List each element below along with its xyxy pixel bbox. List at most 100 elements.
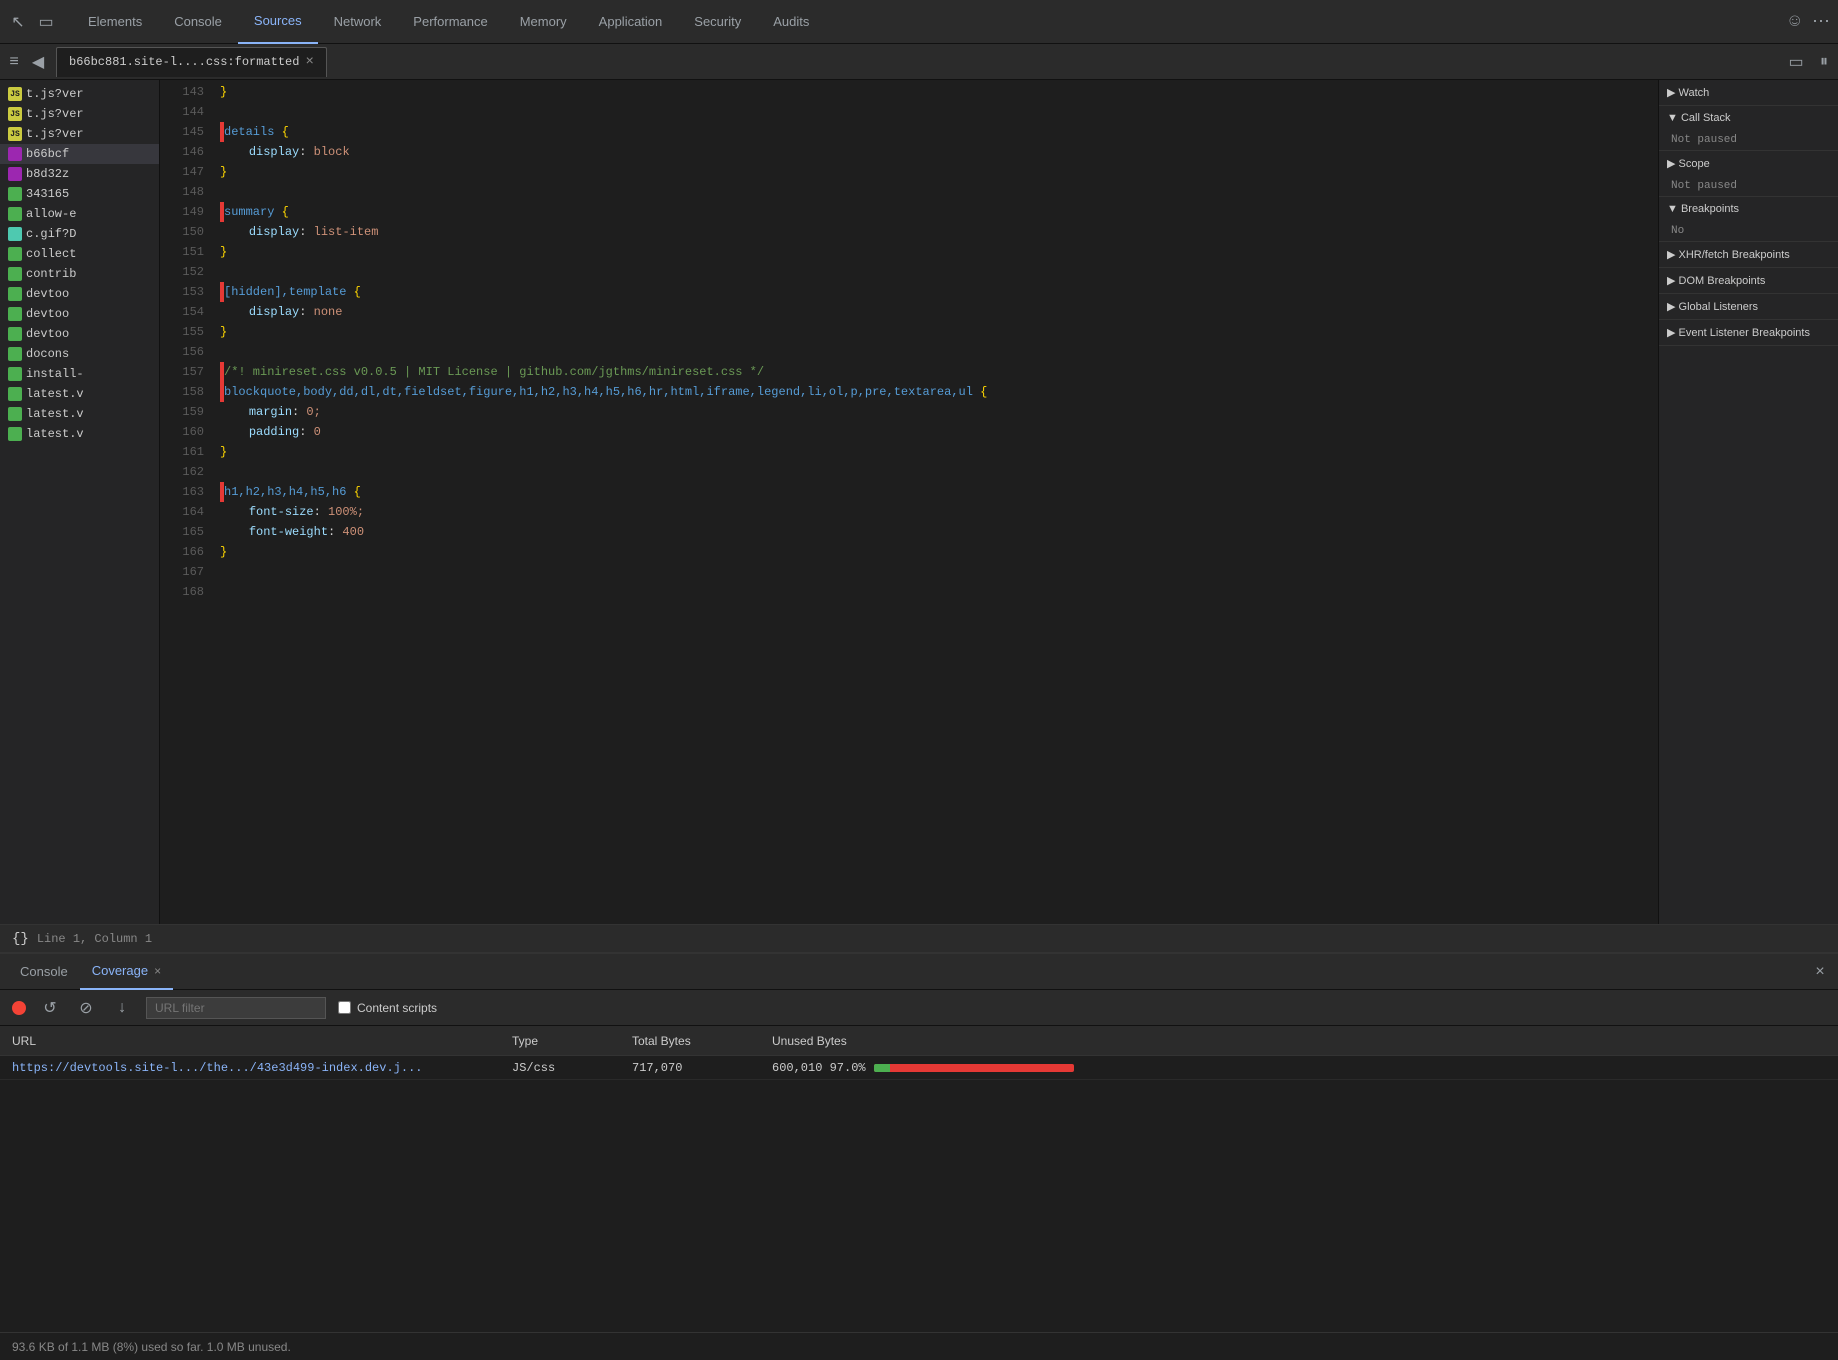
- sidebar-item[interactable]: JSt.js?ver: [0, 104, 159, 124]
- status-text: 93.6 KB of 1.1 MB (8%) used so far. 1.0 …: [12, 1340, 291, 1354]
- record-button[interactable]: [12, 1001, 26, 1015]
- vertical-scrollbar[interactable]: [1646, 80, 1658, 924]
- file-tab-bar: ≡ ◀ b66bc881.site-l....css:formatted × ▭…: [0, 44, 1838, 80]
- right-section-header[interactable]: ▶ DOM Breakpoints: [1659, 268, 1838, 293]
- col-header-type[interactable]: Type: [500, 1034, 620, 1048]
- sidebar-item[interactable]: b66bcf: [0, 144, 159, 164]
- right-section-header[interactable]: ▶ Event Listener Breakpoints: [1659, 320, 1838, 345]
- nav-tab-memory[interactable]: Memory: [504, 0, 583, 44]
- nav-tab-application[interactable]: Application: [583, 0, 679, 44]
- breadcrumb-back-icon[interactable]: ◀: [28, 52, 48, 72]
- line-number: 158: [160, 382, 204, 402]
- sidebar-item-label: contrib: [26, 267, 76, 281]
- content-scripts-label[interactable]: Content scripts: [338, 1001, 437, 1015]
- line-number: 143: [160, 82, 204, 102]
- sidebar-item[interactable]: b8d32z: [0, 164, 159, 184]
- nav-tab-security[interactable]: Security: [678, 0, 757, 44]
- drawer-tab-coverage[interactable]: Coverage ×: [80, 954, 173, 990]
- line-number: 166: [160, 542, 204, 562]
- col-header-total[interactable]: Total Bytes: [620, 1034, 760, 1048]
- close-file-tab[interactable]: ×: [305, 54, 313, 70]
- sidebar-item[interactable]: latest.v: [0, 424, 159, 444]
- sidebar-item[interactable]: JSt.js?ver: [0, 124, 159, 144]
- format-icon[interactable]: ▭: [1786, 52, 1806, 72]
- sidebar-item[interactable]: collect: [0, 244, 159, 264]
- sidebar-item[interactable]: devtoo: [0, 284, 159, 304]
- sidebar-item[interactable]: allow-e: [0, 204, 159, 224]
- file-icon: JS: [8, 107, 22, 121]
- reload-icon[interactable]: ↺: [38, 996, 62, 1020]
- stop-icon[interactable]: ⊘: [74, 996, 98, 1020]
- code-line: }: [220, 162, 1646, 182]
- sidebar-item[interactable]: c.gif?D: [0, 224, 159, 244]
- right-section-header[interactable]: ▶ Scope: [1659, 151, 1838, 176]
- right-section-dom: ▶ DOM Breakpoints: [1659, 268, 1838, 294]
- nav-tab-console[interactable]: Console: [158, 0, 238, 44]
- sidebar-item-label: devtoo: [26, 307, 69, 321]
- cell-unused: 600,010 97.0%: [760, 1061, 1838, 1075]
- nav-right-controls: ☺ ⋯: [1789, 11, 1830, 33]
- export-icon[interactable]: ↓: [110, 996, 134, 1020]
- code-line: [220, 102, 1646, 122]
- code-lines[interactable]: } details { display: block} summary { di…: [212, 80, 1646, 924]
- drawer-tab-bar: ConsoleCoverage ××: [0, 954, 1838, 990]
- right-section-scope: ▶ ScopeNot paused: [1659, 151, 1838, 197]
- sidebar-item[interactable]: devtoo: [0, 304, 159, 324]
- right-section-header[interactable]: ▼ Call Stack: [1659, 106, 1838, 130]
- right-section-header[interactable]: ▶ Global Listeners: [1659, 294, 1838, 319]
- nav-tab-network[interactable]: Network: [318, 0, 398, 44]
- code-line: [220, 462, 1646, 482]
- right-section-header[interactable]: ▶ XHR/fetch Breakpoints: [1659, 242, 1838, 267]
- sidebar-item[interactable]: latest.v: [0, 384, 159, 404]
- pause-icon[interactable]: ⏸: [1814, 52, 1834, 72]
- sidebar-item-label: 343165: [26, 187, 69, 201]
- sidebar-item[interactable]: contrib: [0, 264, 159, 284]
- sidebar-item[interactable]: JSt.js?ver: [0, 84, 159, 104]
- file-icon: [8, 147, 22, 161]
- close-drawer-icon[interactable]: ×: [1810, 962, 1830, 982]
- code-line: }: [220, 82, 1646, 102]
- col-header-url[interactable]: URL: [0, 1034, 500, 1048]
- line-number: 164: [160, 502, 204, 522]
- line-number: 144: [160, 102, 204, 122]
- nav-tab-audits[interactable]: Audits: [757, 0, 825, 44]
- close-drawer-tab[interactable]: ×: [154, 964, 161, 978]
- code-line: }: [220, 542, 1646, 562]
- table-row[interactable]: https://devtools.site-l.../the.../43e3d4…: [0, 1056, 1838, 1080]
- nav-tab-elements[interactable]: Elements: [72, 0, 158, 44]
- sidebar-item[interactable]: latest.v: [0, 404, 159, 424]
- nav-tab-sources[interactable]: Sources: [238, 0, 318, 44]
- device-icon[interactable]: ▭: [36, 12, 56, 32]
- content-scripts-checkbox[interactable]: [338, 1001, 351, 1014]
- emoji-icon[interactable]: ☺: [1789, 12, 1800, 32]
- drawer-tab-console[interactable]: Console: [8, 954, 80, 990]
- sidebar-item[interactable]: 343165: [0, 184, 159, 204]
- url-filter-input[interactable]: [146, 997, 326, 1019]
- code-line: }: [220, 322, 1646, 342]
- line-number: 163: [160, 482, 204, 502]
- more-options-icon[interactable]: ⋯: [1812, 11, 1830, 33]
- main-area: JSt.js?verJSt.js?verJSt.js?verb66bcfb8d3…: [0, 80, 1838, 924]
- col-header-unused[interactable]: Unused Bytes: [760, 1034, 1838, 1048]
- file-icon: JS: [8, 127, 22, 141]
- sidebar-item[interactable]: install-: [0, 364, 159, 384]
- line-number: 167: [160, 562, 204, 582]
- sidebar-item[interactable]: docons: [0, 344, 159, 364]
- line-number: 153: [160, 282, 204, 302]
- right-section-header[interactable]: ▶ Watch: [1659, 80, 1838, 105]
- line-number: 162: [160, 462, 204, 482]
- open-file-tab[interactable]: b66bc881.site-l....css:formatted ×: [56, 47, 327, 77]
- file-icon: [8, 327, 22, 341]
- nav-tabs: ElementsConsoleSourcesNetworkPerformance…: [72, 0, 1789, 44]
- right-section-header[interactable]: ▼ Breakpoints: [1659, 197, 1838, 221]
- file-nav-icons: ≡ ◀: [4, 52, 48, 72]
- sidebar-item[interactable]: devtoo: [0, 324, 159, 344]
- file-icon: [8, 187, 22, 201]
- expand-sidebar-icon[interactable]: ≡: [4, 52, 24, 72]
- code-line: padding: 0: [220, 422, 1646, 442]
- nav-tab-performance[interactable]: Performance: [397, 0, 503, 44]
- sidebar-item-label: allow-e: [26, 207, 76, 221]
- code-line: [220, 262, 1646, 282]
- code-line: }: [220, 442, 1646, 462]
- select-icon[interactable]: ↖: [8, 12, 28, 32]
